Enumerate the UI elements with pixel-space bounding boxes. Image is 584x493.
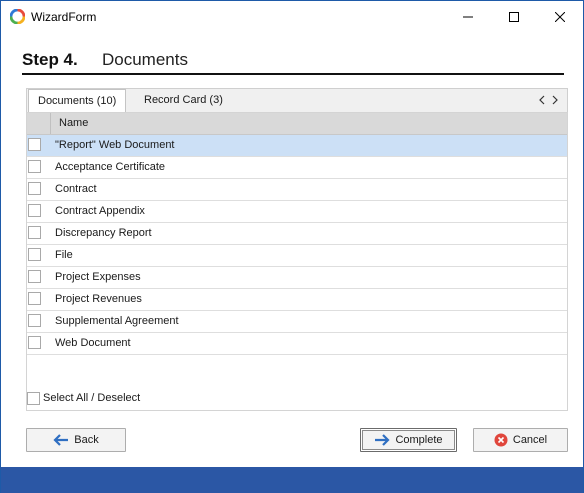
back-button-label: Back: [74, 434, 99, 446]
table-row[interactable]: Project Revenues: [27, 289, 567, 311]
maximize-icon: [509, 11, 519, 22]
row-label: Project Expenses: [55, 271, 141, 283]
column-header-name[interactable]: Name: [59, 117, 88, 129]
tab-documents[interactable]: Documents (10): [28, 89, 127, 113]
minimize-button[interactable]: [445, 1, 491, 32]
header-divider: [22, 73, 564, 75]
minimize-icon: [463, 16, 473, 17]
grid-header: Name: [27, 113, 567, 135]
close-icon: [555, 11, 565, 22]
table-row[interactable]: Web Document: [27, 333, 567, 355]
status-bar: [1, 467, 583, 493]
row-label: Project Revenues: [55, 293, 142, 305]
back-button[interactable]: Back: [26, 428, 126, 452]
table-row[interactable]: Discrepancy Report: [27, 223, 567, 245]
grid-rows: "Report" Web Document Acceptance Certific…: [27, 135, 567, 355]
cancel-circle-icon: [494, 433, 508, 447]
row-label: Supplemental Agreement: [55, 315, 179, 327]
row-checkbox[interactable]: [28, 336, 41, 349]
arrow-left-icon: [53, 434, 69, 446]
chevron-right-icon[interactable]: [550, 94, 560, 106]
row-checkbox[interactable]: [28, 248, 41, 261]
cancel-button[interactable]: Cancel: [473, 428, 568, 452]
row-label: File: [55, 249, 73, 261]
title-bar: WizardForm: [1, 1, 583, 32]
table-row[interactable]: Project Expenses: [27, 267, 567, 289]
step-number: Step 4.: [22, 50, 78, 69]
row-checkbox[interactable]: [28, 270, 41, 283]
maximize-button[interactable]: [491, 1, 537, 32]
complete-button-label: Complete: [395, 434, 443, 446]
table-row[interactable]: Contract: [27, 179, 567, 201]
arrow-right-icon: [375, 434, 391, 446]
row-label: Discrepancy Report: [55, 227, 152, 239]
row-label: Acceptance Certificate: [55, 161, 166, 173]
tab-record-card[interactable]: Record Card (3): [135, 89, 232, 112]
app-logo-icon: [10, 9, 25, 24]
row-label: Contract: [55, 183, 97, 195]
table-row[interactable]: Supplemental Agreement: [27, 311, 567, 333]
wizard-window: WizardForm Step 4. Documents Documents (…: [0, 0, 584, 493]
window-title: WizardForm: [31, 10, 97, 24]
documents-grid: Name "Report" Web Document Acceptance Cer…: [26, 112, 568, 411]
row-label: "Report" Web Document: [55, 139, 175, 151]
table-row[interactable]: "Report" Web Document: [27, 135, 567, 157]
table-row[interactable]: Acceptance Certificate: [27, 157, 567, 179]
tab-strip: Documents (10) Record Card (3): [26, 88, 568, 113]
close-button[interactable]: [537, 1, 583, 32]
row-label: Web Document: [55, 337, 131, 349]
complete-button[interactable]: Complete: [360, 428, 457, 452]
select-all-label: Select All / Deselect: [43, 392, 141, 404]
row-checkbox[interactable]: [28, 292, 41, 305]
cancel-button-label: Cancel: [512, 434, 548, 446]
select-all-checkbox[interactable]: [27, 392, 40, 405]
row-checkbox[interactable]: [28, 226, 41, 239]
row-checkbox[interactable]: [28, 138, 41, 151]
row-checkbox[interactable]: [28, 314, 41, 327]
row-label: Contract Appendix: [55, 205, 145, 217]
row-checkbox[interactable]: [28, 160, 41, 173]
header-check-column: [27, 113, 51, 134]
row-checkbox[interactable]: [28, 182, 41, 195]
chevron-left-icon[interactable]: [537, 94, 547, 106]
page-title: Documents: [102, 50, 188, 69]
table-row[interactable]: File: [27, 245, 567, 267]
table-row[interactable]: Contract Appendix: [27, 201, 567, 223]
row-checkbox[interactable]: [28, 204, 41, 217]
